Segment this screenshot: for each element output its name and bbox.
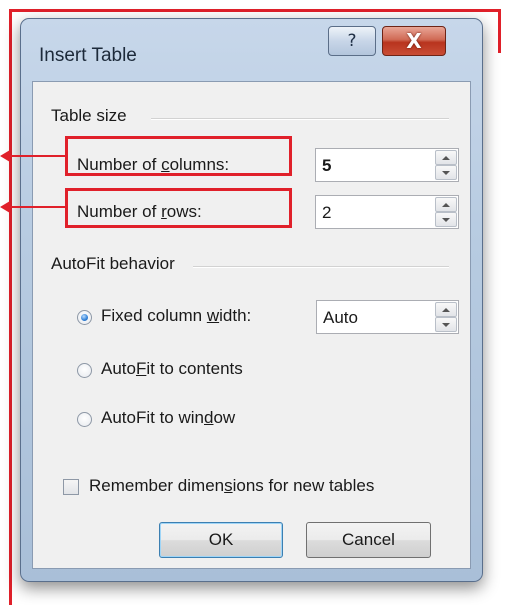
columns-value[interactable]: 5 <box>322 156 331 176</box>
title-bar: Insert Table ? X <box>21 19 482 79</box>
close-button[interactable]: X <box>382 26 446 56</box>
autofit-contents-label[interactable]: AutoFit to contents <box>101 359 243 379</box>
chevron-up-icon <box>442 202 450 207</box>
chevron-down-icon <box>442 170 450 175</box>
autofit-divider <box>193 266 449 268</box>
remember-dimensions-label[interactable]: Remember dimensions for new tables <box>89 476 374 496</box>
fixed-column-width-radio[interactable] <box>77 310 92 325</box>
rows-increment-button[interactable] <box>435 197 457 212</box>
fixed-column-width-label[interactable]: Fixed column width: <box>101 306 251 326</box>
insert-table-dialog: Insert Table ? X Table size Number of co… <box>20 18 483 582</box>
fixed-width-value[interactable]: Auto <box>323 308 358 328</box>
help-icon: ? <box>347 31 357 51</box>
chevron-up-icon <box>442 307 450 312</box>
annotation-frame-left <box>9 9 12 605</box>
annotation-frame-top <box>9 9 501 12</box>
rows-value[interactable]: 2 <box>322 203 331 223</box>
ok-button[interactable]: OK <box>159 522 283 558</box>
chevron-down-icon <box>442 322 450 327</box>
columns-label-callout <box>65 136 292 176</box>
chevron-down-icon <box>442 217 450 222</box>
help-button[interactable]: ? <box>328 26 376 56</box>
rows-arrow-head <box>0 201 10 213</box>
autofit-window-label[interactable]: AutoFit to window <box>101 408 235 428</box>
close-icon: X <box>406 29 422 53</box>
autofit-window-radio[interactable] <box>77 412 92 427</box>
columns-decrement-button[interactable] <box>435 165 457 180</box>
rows-label-callout <box>65 188 292 228</box>
chevron-up-icon <box>442 155 450 160</box>
columns-arrow-line <box>6 155 66 157</box>
fixed-width-decrement-button[interactable] <box>435 317 457 332</box>
columns-increment-button[interactable] <box>435 150 457 165</box>
fixed-width-stepper[interactable]: Auto <box>316 300 459 334</box>
columns-stepper[interactable]: 5 <box>315 148 459 182</box>
annotation-frame-right <box>498 9 501 53</box>
autofit-group-label: AutoFit behavior <box>51 254 175 273</box>
rows-decrement-button[interactable] <box>435 212 457 227</box>
cancel-button[interactable]: Cancel <box>306 522 431 558</box>
columns-arrow-head <box>0 150 10 162</box>
remember-dimensions-checkbox[interactable] <box>63 479 79 495</box>
autofit-contents-radio[interactable] <box>77 363 92 378</box>
table-size-group-label: Table size <box>51 106 127 125</box>
table-size-divider <box>151 118 449 120</box>
fixed-width-increment-button[interactable] <box>435 302 457 317</box>
rows-stepper[interactable]: 2 <box>315 195 459 229</box>
rows-arrow-line <box>6 206 66 208</box>
dialog-title: Insert Table <box>39 45 137 66</box>
